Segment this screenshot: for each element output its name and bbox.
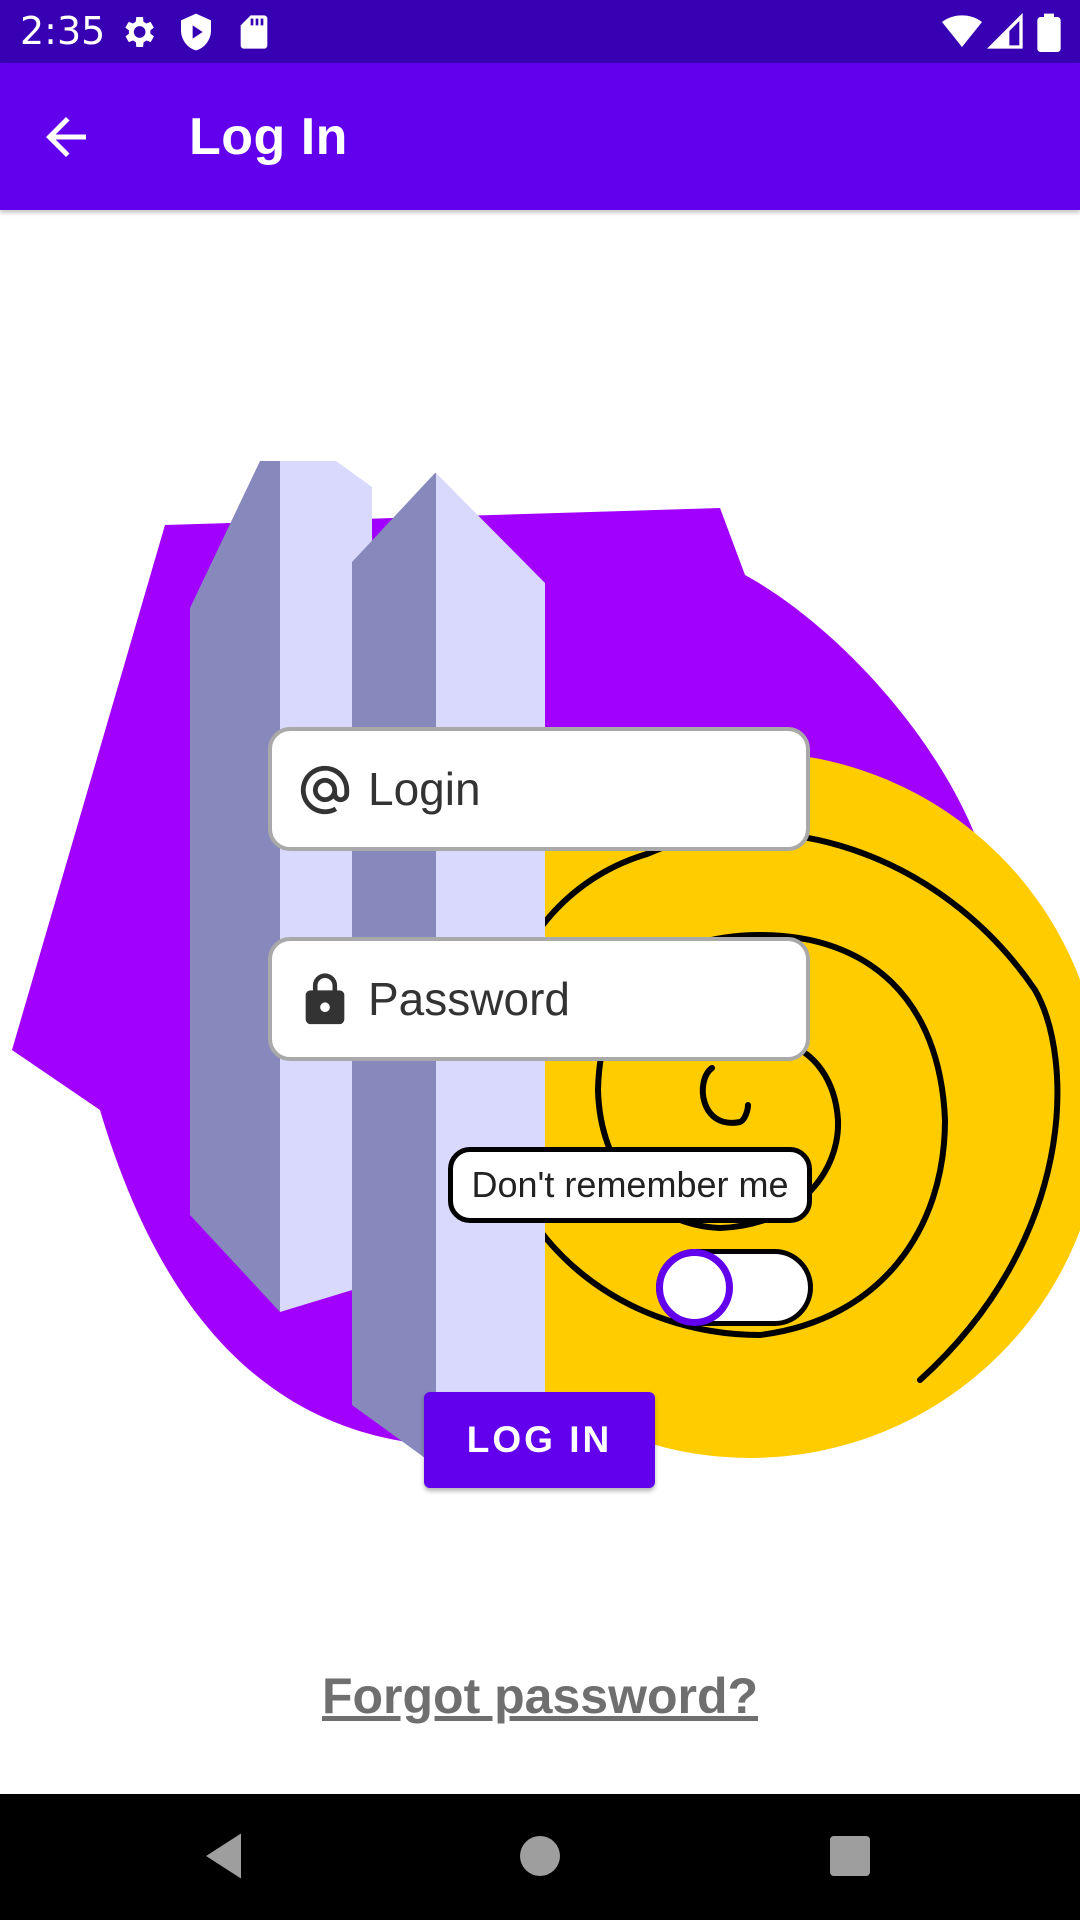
- remember-me-label: Don't remember me: [448, 1147, 812, 1223]
- background-illustration: [12, 461, 1080, 1466]
- arrow-back-icon[interactable]: [36, 107, 96, 167]
- system-nav-bar: [0, 1794, 1080, 1920]
- recents-square-icon[interactable]: [820, 1826, 880, 1886]
- lock-icon: [305, 973, 345, 1025]
- remember-me-switch[interactable]: [656, 1249, 813, 1326]
- log-in-button[interactable]: LOG IN: [424, 1392, 655, 1488]
- app-bar: Log In: [0, 63, 1080, 210]
- at-sign-icon: [300, 765, 350, 815]
- shield-play-icon: [181, 13, 211, 51]
- back-triangle-icon[interactable]: [196, 1826, 256, 1886]
- signal-icon: [986, 12, 1023, 49]
- status-time: 2:35: [20, 9, 106, 53]
- forgot-password-link[interactable]: Forgot password?: [0, 1667, 1080, 1725]
- wifi-icon: [942, 15, 982, 48]
- login-input[interactable]: [368, 745, 788, 833]
- login-field[interactable]: [268, 727, 810, 851]
- home-circle-icon[interactable]: [510, 1826, 570, 1886]
- status-bar: 2:35: [0, 0, 1080, 63]
- tower-left: [190, 461, 372, 1312]
- password-field[interactable]: [268, 937, 810, 1061]
- page-title: Log In: [189, 108, 348, 166]
- settings-icon: [125, 17, 154, 47]
- sd-card-icon: [240, 15, 268, 49]
- password-input[interactable]: [368, 955, 788, 1043]
- switch-thumb[interactable]: [656, 1249, 733, 1326]
- battery-icon: [1037, 13, 1061, 52]
